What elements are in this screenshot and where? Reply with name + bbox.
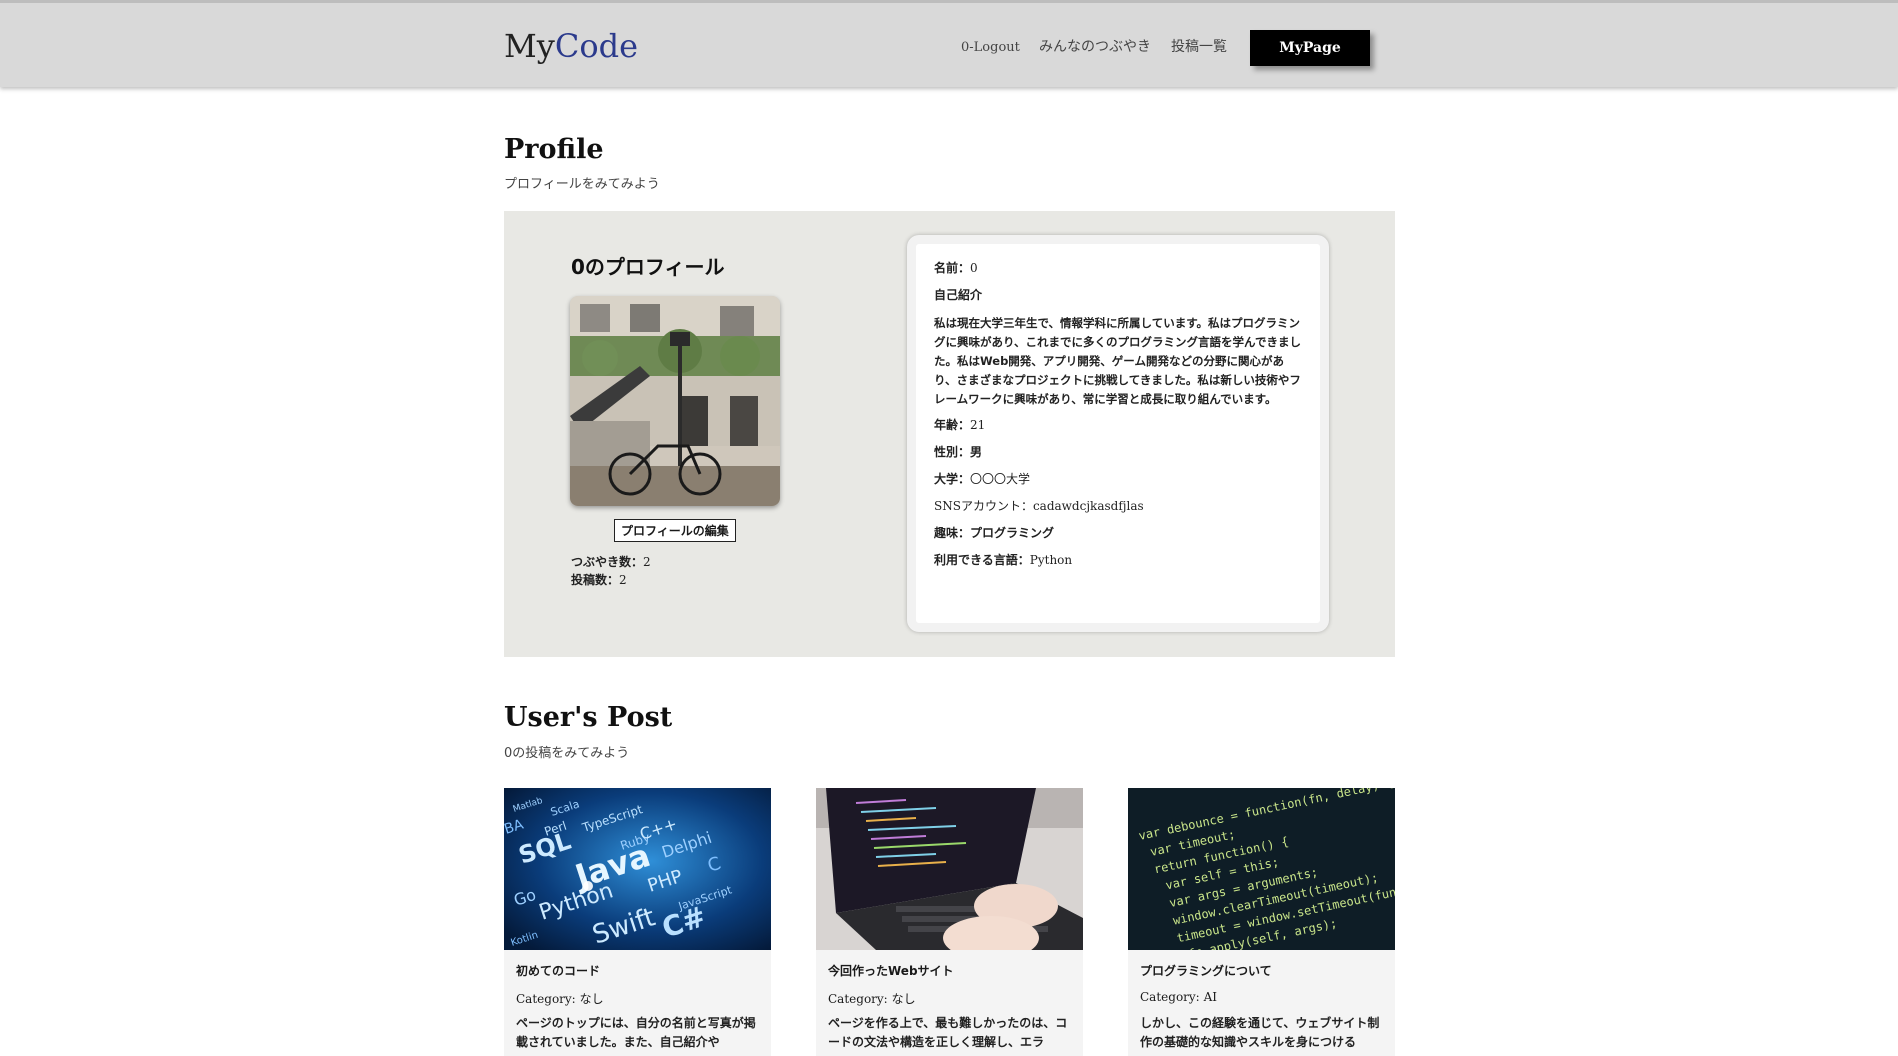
profile-panel: 0のプロフィール プロフィールの編集 つぶやき数：2 投稿数：2 名前：0 自己… <box>504 211 1395 657</box>
info-intro-text: 私は現在大学三年生で、情報学科に所属しています。私はプログラミングに興味があり、… <box>934 316 1301 406</box>
tweet-count-label: つぶやき数： <box>571 555 644 569</box>
code-screen-image: var debounce = function(fn, delay) { var… <box>1128 788 1395 950</box>
post-count: 投稿数：2 <box>571 571 627 588</box>
nav-tweets-link[interactable]: みんなのつぶやき <box>1039 36 1151 56</box>
info-hobby-label: 趣味： <box>934 526 971 540</box>
info-age-label: 年齢： <box>934 418 971 432</box>
info-age-value: 21 <box>970 418 986 432</box>
laptop-typing-image <box>816 788 1083 950</box>
post-category-value: なし <box>891 992 916 1006</box>
post-category-value: なし <box>579 992 604 1006</box>
profile-info-card: 名前：0 自己紹介 私は現在大学三年生で、情報学科に所属しています。私はプログラ… <box>907 235 1329 632</box>
post-category: Category: なし <box>828 990 916 1007</box>
info-gender-value: 男 <box>970 445 983 459</box>
info-name-label: 名前： <box>934 261 971 275</box>
post-category-label: Category: <box>828 992 888 1006</box>
info-languages: 利用できる言語：Python <box>934 552 1302 568</box>
info-sns-label: SNSアカウント： <box>934 499 1033 513</box>
tweet-count-value: 2 <box>643 555 651 569</box>
post-title[interactable]: プログラミングについて <box>1140 962 1272 979</box>
info-university: 大学：〇〇〇大学 <box>934 471 1302 487</box>
avatar-photo-building-bicycle <box>570 296 780 506</box>
post-image-code: var debounce = function(fn, delay) { var… <box>1128 788 1395 950</box>
post-title[interactable]: 初めてのコード <box>516 962 600 979</box>
post-category-label: Category: <box>1140 990 1200 1004</box>
post-category-value: AI <box>1203 990 1217 1004</box>
profile-heading: 0のプロフィール <box>571 255 725 279</box>
info-languages-label: 利用できる言語： <box>934 553 1030 567</box>
info-university-value: 〇〇〇大学 <box>970 472 1031 486</box>
post-card[interactable]: 今回作ったWebサイト Category: なし ページを作る上で、最も難しかっ… <box>816 788 1083 1056</box>
post-excerpt: しかし、この経験を通じて、ウェブサイト制作の基礎的な知識やスキルを身につける <box>1140 1016 1380 1049</box>
logo-code: Code <box>554 27 639 65</box>
site-logo[interactable]: MyCode <box>504 27 638 65</box>
posts-section-title: User's Post <box>504 702 673 733</box>
info-name: 名前：0 <box>934 260 1302 276</box>
post-image-laptop <box>816 788 1083 950</box>
post-card[interactable]: Matlab Scala Perl TypeScript SQL Java Ru… <box>504 788 771 1056</box>
info-gender: 性別：男 <box>934 444 1302 460</box>
info-hobby: 趣味：プログラミング <box>934 525 1302 541</box>
info-university-label: 大学： <box>934 472 971 486</box>
post-count-label: 投稿数： <box>571 573 620 587</box>
profile-section-title: Profile <box>504 134 604 165</box>
nav-logout-link[interactable]: 0-Logout <box>961 40 1020 55</box>
tweet-count: つぶやき数：2 <box>571 553 651 570</box>
top-navbar: MyCode 0-Logout みんなのつぶやき 投稿一覧 MyPage <box>0 0 1898 87</box>
info-gender-label: 性別： <box>934 445 971 459</box>
post-category: Category: なし <box>516 990 604 1007</box>
edit-profile-button[interactable]: プロフィールの編集 <box>614 519 736 542</box>
info-sns: SNSアカウント：cadawdcjkasdfjlas <box>934 498 1302 514</box>
profile-avatar <box>570 296 780 506</box>
post-title[interactable]: 今回作ったWebサイト <box>828 962 954 979</box>
post-excerpt: ページのトップには、自分の名前と写真が掲載されていました。また、自己紹介や <box>516 1016 756 1049</box>
post-category: Category: AI <box>1140 990 1217 1004</box>
programming-languages-image: Matlab Scala Perl TypeScript SQL Java Ru… <box>504 788 771 950</box>
info-sns-value: cadawdcjkasdfjlas <box>1032 499 1144 513</box>
info-age: 年齢：21 <box>934 417 1302 433</box>
info-hobby-value: プログラミング <box>970 526 1055 540</box>
mypage-button[interactable]: MyPage <box>1250 30 1370 66</box>
logo-my: My <box>504 27 555 65</box>
info-intro-label: 自己紹介 <box>934 288 983 302</box>
post-image-languages: Matlab Scala Perl TypeScript SQL Java Ru… <box>504 788 771 950</box>
post-count-value: 2 <box>619 573 627 587</box>
post-category-label: Category: <box>516 992 576 1006</box>
info-languages-value: Python <box>1029 553 1073 567</box>
info-name-value: 0 <box>970 261 978 275</box>
posts-section-subtitle: 0の投稿をみてみよう <box>504 746 630 761</box>
post-excerpt: ページを作る上で、最も難しかったのは、コードの文法や構造を正しく理解し、エラ <box>828 1016 1068 1049</box>
profile-section-subtitle: プロフィールをみてみよう <box>504 177 660 192</box>
post-card[interactable]: var debounce = function(fn, delay) { var… <box>1128 788 1395 1056</box>
nav-posts-link[interactable]: 投稿一覧 <box>1171 36 1227 56</box>
